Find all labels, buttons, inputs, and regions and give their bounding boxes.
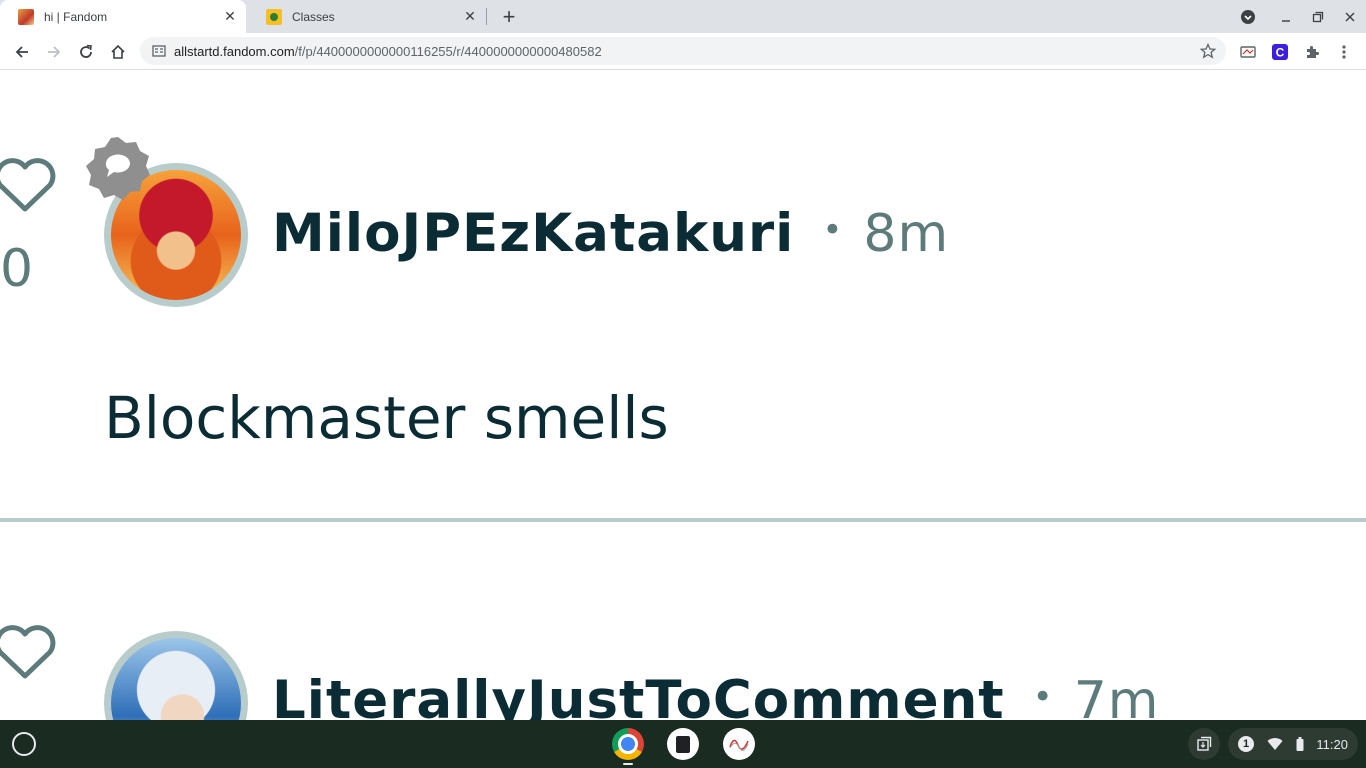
- avatar[interactable]: [104, 631, 248, 720]
- tab-strip: hi | Fandom ✕ Classes ✕ +: [0, 0, 1366, 33]
- page-content: 0 MiloJPEzKatakuri • 8m Blockmaster smells…: [0, 71, 1366, 720]
- minimize-icon[interactable]: [1273, 4, 1299, 30]
- user-avatar-image: [111, 638, 241, 720]
- separator-dot: •: [1032, 677, 1054, 718]
- url-domain: allstartd.fandom.com: [174, 43, 295, 59]
- url-path: /f/p/4400000000000116255/r/4400000000000…: [294, 43, 602, 59]
- launcher-button[interactable]: [12, 732, 36, 756]
- reply-author[interactable]: MiloJPEzKatakuri • 8m: [272, 207, 949, 260]
- close-tab-icon[interactable]: ✕: [458, 5, 482, 29]
- extension-c-icon[interactable]: C: [1266, 38, 1294, 66]
- battery-icon: [1296, 737, 1304, 751]
- reply-timestamp: 7m: [1073, 671, 1160, 720]
- reload-icon[interactable]: [72, 38, 100, 66]
- classroom-favicon-icon: [266, 8, 282, 25]
- reply-body: Blockmaster smells: [104, 384, 669, 452]
- chrome-app-icon[interactable]: [612, 728, 644, 760]
- forward-icon[interactable]: [40, 38, 68, 66]
- tab-search-icon[interactable]: [1235, 4, 1261, 30]
- app-running-indicator: [623, 763, 633, 765]
- tab-title: hi | Fandom: [44, 9, 108, 24]
- site-info-icon[interactable]: [152, 44, 166, 58]
- username-text: LiterallyJustToComment: [272, 670, 1005, 720]
- username-text: MiloJPEzKatakuri: [272, 203, 795, 264]
- like-count: 0: [0, 239, 34, 299]
- close-window-icon[interactable]: [1337, 4, 1363, 30]
- notification-count-badge: 1: [1238, 736, 1254, 752]
- reply-author[interactable]: LiterallyJustToComment • 7m: [272, 674, 1159, 720]
- reply-timestamp: 8m: [863, 204, 950, 264]
- status-tray[interactable]: 1 11:20: [1228, 728, 1358, 760]
- new-tab-button[interactable]: +: [496, 4, 522, 30]
- tab-classes[interactable]: Classes ✕: [248, 0, 486, 33]
- fandom-favicon-icon: [18, 8, 34, 25]
- cast-icon[interactable]: [1234, 38, 1262, 66]
- browser-toolbar: allstartd.fandom.com/f/p/440000000000011…: [0, 33, 1366, 70]
- tab-title: Classes: [292, 9, 335, 24]
- bookmark-star-icon[interactable]: [1199, 42, 1217, 59]
- address-bar[interactable]: allstartd.fandom.com/f/p/440000000000011…: [140, 37, 1226, 65]
- waveform-app-icon[interactable]: [723, 728, 755, 760]
- heart-like-icon[interactable]: [0, 155, 58, 215]
- clock-text: 11:20: [1316, 736, 1348, 752]
- menu-kebab-icon[interactable]: [1330, 38, 1358, 66]
- separator-dot: •: [822, 210, 844, 251]
- reply-divider: [0, 518, 1366, 522]
- discussion-badge-icon: [86, 137, 150, 200]
- back-icon[interactable]: [8, 38, 36, 66]
- tab-separator: [486, 8, 487, 25]
- calculator-app-icon[interactable]: [667, 728, 699, 760]
- wifi-icon: [1267, 738, 1283, 750]
- tab-hi-fandom[interactable]: hi | Fandom ✕: [0, 0, 246, 33]
- heart-like-icon[interactable]: [0, 622, 58, 682]
- extensions-puzzle-icon[interactable]: [1298, 38, 1326, 66]
- url-text: allstartd.fandom.com/f/p/440000000000011…: [174, 44, 602, 59]
- close-tab-icon[interactable]: ✕: [218, 5, 242, 29]
- os-shelf: 1 11:20: [0, 720, 1366, 768]
- svg-text:C: C: [1276, 46, 1285, 60]
- home-icon[interactable]: [104, 38, 132, 66]
- holding-space-icon[interactable]: [1188, 728, 1220, 760]
- restore-icon[interactable]: [1305, 4, 1331, 30]
